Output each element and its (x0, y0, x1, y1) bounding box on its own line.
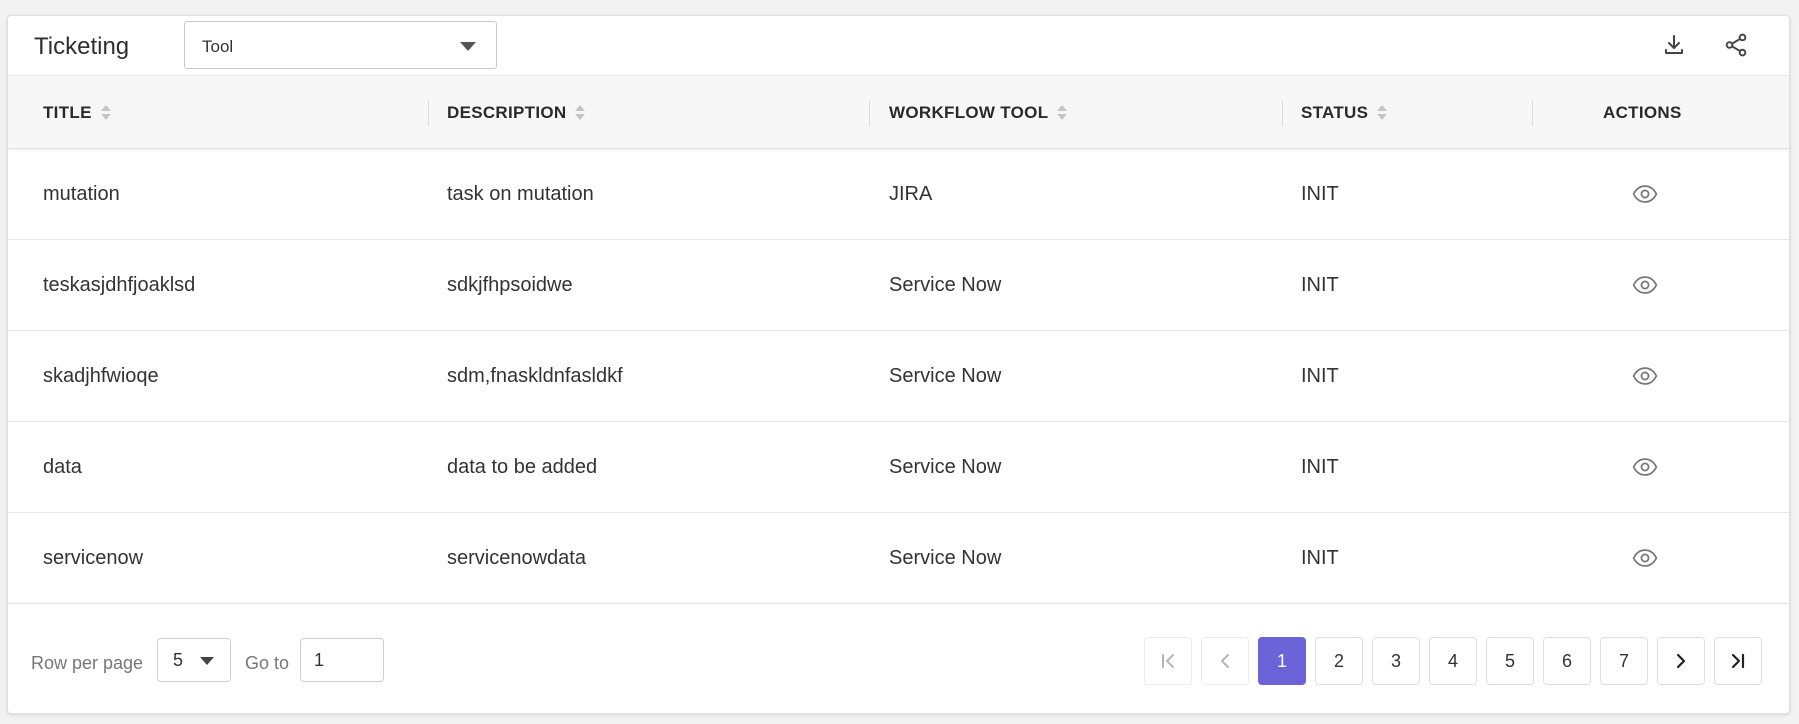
share-button[interactable] (1719, 28, 1753, 62)
eye-icon[interactable] (1632, 365, 1658, 387)
prev-page-button[interactable] (1201, 637, 1249, 685)
column-header-title[interactable]: TITLE (43, 76, 111, 149)
chevron-right-icon (1676, 653, 1686, 669)
share-icon (1725, 33, 1747, 57)
page-button-4[interactable]: 4 (1429, 637, 1477, 685)
table-row: servicenow servicenowdata Service Now IN… (8, 513, 1789, 604)
last-page-button[interactable] (1714, 637, 1762, 685)
cell-description: data to be added (447, 456, 598, 478)
table-row: skadjhfwioqe sdm,fnaskldnfasldkf Service… (8, 331, 1789, 422)
table-row: data data to be added Service Now INIT (8, 422, 1789, 513)
eye-icon[interactable] (1632, 183, 1658, 205)
goto-page-input[interactable] (300, 638, 384, 682)
cell-title: servicenow (43, 547, 144, 569)
rows-per-page-value: 5 (173, 650, 184, 670)
first-page-button[interactable] (1144, 637, 1192, 685)
eye-icon[interactable] (1632, 456, 1658, 478)
cell-description: sdm,fnaskldnfasldkf (447, 365, 623, 387)
card-header: Ticketing Tool (8, 16, 1789, 76)
eye-icon[interactable] (1632, 274, 1658, 296)
sort-icon (100, 105, 111, 120)
column-header-description[interactable]: DESCRIPTION (447, 76, 586, 149)
page-button-2[interactable]: 2 (1315, 637, 1363, 685)
cell-description: sdkjfhpsoidwe (447, 274, 573, 296)
cell-title: teskasjdhfjoaklsd (43, 274, 196, 296)
ticketing-card: Ticketing Tool TITLE DESCRIPTION WORKFLO… (7, 15, 1790, 714)
cell-description: task on mutation (447, 183, 594, 205)
column-divider (428, 100, 429, 126)
rows-per-page-label: Row per page (31, 653, 144, 673)
table-header: TITLE DESCRIPTION WORKFLOW TOOL STATUS A… (8, 76, 1789, 149)
column-divider (869, 100, 870, 126)
last-page-icon (1731, 653, 1745, 669)
cell-workflow-tool: JIRA (889, 183, 933, 205)
sort-icon (1377, 105, 1388, 120)
page-button-3[interactable]: 3 (1372, 637, 1420, 685)
chevron-down-icon (460, 42, 476, 51)
table-row: teskasjdhfjoaklsd sdkjfhpsoidwe Service … (8, 240, 1789, 331)
rows-per-page-select[interactable]: 5 (157, 638, 231, 682)
cell-title: mutation (43, 183, 120, 205)
chevron-down-icon (200, 657, 214, 665)
table-body: mutation task on mutation JIRA INIT tesk… (8, 149, 1789, 604)
cell-status: INIT (1301, 456, 1339, 478)
page-button-6[interactable]: 6 (1543, 637, 1591, 685)
eye-icon[interactable] (1632, 547, 1658, 569)
page-button-7[interactable]: 7 (1600, 637, 1648, 685)
sort-icon (575, 105, 586, 120)
cell-status: INIT (1301, 274, 1339, 296)
chevron-left-icon (1221, 654, 1229, 668)
cell-workflow-tool: Service Now (889, 365, 1002, 387)
column-header-workflow-tool[interactable]: WORKFLOW TOOL (889, 76, 1068, 149)
goto-label: Go to (245, 653, 290, 673)
cell-status: INIT (1301, 547, 1339, 569)
table-row: mutation task on mutation JIRA INIT (8, 149, 1789, 240)
column-header-actions: ACTIONS (1603, 102, 1682, 122)
sort-icon (1057, 105, 1068, 120)
page-button-1[interactable]: 1 (1258, 637, 1306, 685)
pagination-bar: Row per page 5 Go to 1 2 3 4 5 6 7 (8, 616, 1789, 713)
tool-select[interactable]: Tool (184, 21, 497, 69)
next-page-button[interactable] (1657, 637, 1705, 685)
cell-workflow-tool: Service Now (889, 547, 1002, 569)
tool-select-value: Tool (202, 37, 234, 56)
column-divider (1282, 100, 1283, 126)
page-title: Ticketing (34, 33, 130, 60)
download-button[interactable] (1657, 28, 1691, 62)
cell-description: servicenowdata (447, 547, 586, 569)
download-icon (1665, 35, 1683, 54)
cell-title: skadjhfwioqe (43, 365, 159, 387)
cell-workflow-tool: Service Now (889, 274, 1002, 296)
first-page-icon (1162, 654, 1174, 668)
cell-status: INIT (1301, 365, 1339, 387)
column-divider (1532, 100, 1533, 126)
cell-status: INIT (1301, 183, 1339, 205)
cell-workflow-tool: Service Now (889, 456, 1002, 478)
page-button-5[interactable]: 5 (1486, 637, 1534, 685)
column-header-status[interactable]: STATUS (1301, 76, 1388, 149)
cell-title: data (43, 456, 82, 478)
